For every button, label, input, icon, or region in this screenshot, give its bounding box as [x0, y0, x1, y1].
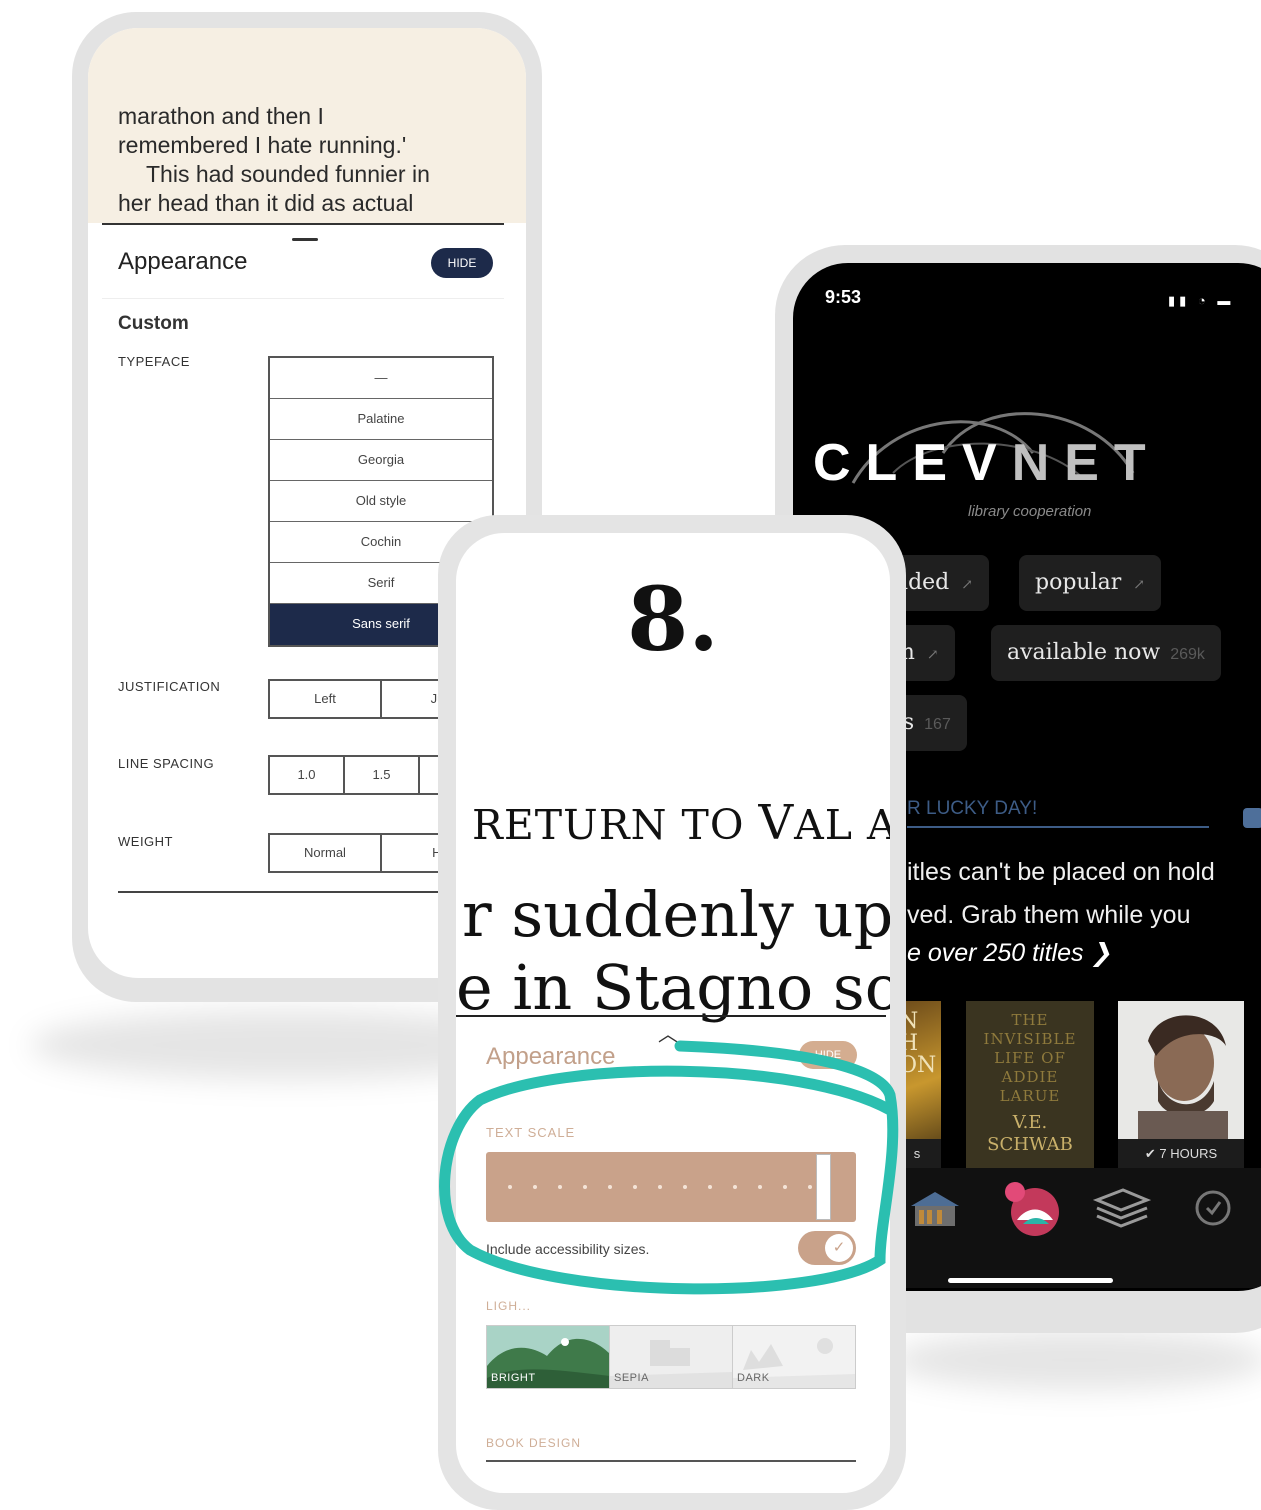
book-text-part: RETURN TO: [472, 801, 759, 849]
drag-handle[interactable]: [292, 238, 318, 241]
clevnet-logo: CLEVNET: [813, 433, 1161, 493]
chip-count: 167: [924, 716, 951, 733]
panel-title: Appearance: [118, 248, 248, 275]
book-design-label: BOOK DESIGN: [486, 1436, 582, 1450]
reader-text: marathon and then I remembered I hate ru…: [88, 28, 526, 223]
slider-tick: [558, 1185, 562, 1189]
chip-count: 269k: [1170, 646, 1205, 663]
reader-line: This had sounded funnier in: [146, 161, 430, 187]
divider: [102, 223, 504, 225]
theme-dark-button[interactable]: DARK: [733, 1326, 855, 1388]
reader-line: her head than it did as actual: [118, 190, 414, 216]
slider-tick: [533, 1185, 537, 1189]
panel-title: Appearance: [486, 1043, 616, 1070]
slider-tick: [808, 1185, 812, 1189]
author-portrait-icon: [1138, 1015, 1228, 1141]
chip-label: popular: [1035, 570, 1122, 595]
text-scale-label: TEXT SCALE: [486, 1125, 576, 1140]
lucky-day-description: itles can't be placed on hold ved. Grab …: [907, 851, 1261, 937]
sort-icon: ↗: [1133, 577, 1145, 593]
chip-popular[interactable]: popular ↗: [1019, 555, 1161, 611]
theme-label: BRIGHT: [491, 1372, 536, 1384]
theme-label: SEPIA: [614, 1372, 649, 1384]
home-tab-icon[interactable]: [1001, 1176, 1065, 1240]
tab-bar: [893, 1168, 1261, 1288]
spacing-option[interactable]: 1.5: [345, 757, 420, 793]
chevron-up-icon[interactable]: ︿: [658, 1018, 678, 1047]
book-text-part: AL A: [794, 801, 890, 849]
lucky-line: ved. Grab them while you: [907, 901, 1191, 929]
divider: [102, 298, 504, 299]
lucky-line: itles can't be placed on hold: [907, 858, 1215, 886]
logo-subtitle: library cooperation: [968, 503, 1092, 520]
hide-button[interactable]: HIDE: [799, 1041, 857, 1069]
chip-available-now[interactable]: available now 269k: [991, 625, 1221, 681]
reader-line: remembered I hate running.': [118, 132, 407, 158]
typeface-option[interactable]: Georgia: [270, 440, 492, 481]
theme-label: DARK: [737, 1372, 770, 1384]
accessibility-toggle[interactable]: ✓: [798, 1231, 856, 1265]
theme-bright-button[interactable]: BRIGHT: [487, 1326, 610, 1388]
slider-tick: [508, 1185, 512, 1189]
slider-tick: [733, 1185, 737, 1189]
slider-tick: [783, 1185, 787, 1189]
theme-picker: BRIGHT SEPIA DARK: [486, 1325, 856, 1389]
slider-tick: [608, 1185, 612, 1189]
logo-text-a: CLEV: [813, 434, 1012, 492]
see-all-link[interactable]: e over 250 titles ❯: [907, 938, 1111, 968]
theme-sepia-button[interactable]: SEPIA: [610, 1326, 733, 1388]
library-tab-icon[interactable]: [907, 1186, 963, 1230]
slider-tick: [583, 1185, 587, 1189]
center-phone-screen: 8. RETURN TO VAL A r suddenly uptu e in …: [456, 533, 890, 1493]
lucky-day-title: R LUCKY DAY!: [907, 798, 1038, 819]
divider: [907, 826, 1209, 828]
status-icons: ▮▮ ◔ ▬: [1168, 293, 1235, 308]
slider-thumb[interactable]: [816, 1154, 831, 1220]
weight-normal-button[interactable]: Normal: [270, 835, 382, 871]
weight-label: WEIGHT: [118, 834, 173, 849]
book-text-line: r suddenly uptu: [462, 878, 890, 951]
typeface-option[interactable]: —: [270, 358, 492, 399]
check-icon: ✓: [825, 1234, 853, 1262]
chip-label: available now: [1007, 640, 1161, 665]
expand-icon[interactable]: [1243, 808, 1261, 828]
book-title: THE INVISIBLE LIFE OF ADDIE LARUE: [983, 1011, 1077, 1105]
center-phone: 8. RETURN TO VAL A r suddenly uptu e in …: [438, 515, 906, 1510]
book-label: ✔ 7 HOURS: [1118, 1139, 1244, 1169]
slider-tick: [683, 1185, 687, 1189]
slider-tick: [633, 1185, 637, 1189]
typeface-option[interactable]: Palatine: [270, 399, 492, 440]
line-spacing-label: LINE SPACING: [118, 756, 215, 771]
typeface-label: TYPEFACE: [118, 354, 190, 369]
book-text-part: V: [758, 795, 795, 851]
slider-tick: [658, 1185, 662, 1189]
shelf-tab-icon[interactable]: [1093, 1186, 1151, 1230]
lighting-label: LIGH...: [486, 1299, 532, 1313]
slider-tick: [708, 1185, 712, 1189]
sort-icon: ↗: [961, 577, 974, 593]
sort-icon: ↗: [926, 647, 939, 663]
slider-tick: [758, 1185, 762, 1189]
spacing-option[interactable]: 1.0: [270, 757, 345, 793]
justify-left-button[interactable]: Left: [270, 681, 382, 717]
book-author: V.E. SCHWAB: [987, 1112, 1073, 1155]
text-scale-slider[interactable]: [486, 1152, 856, 1222]
reader-line: marathon and then I: [118, 103, 324, 129]
book-text-line: RETURN TO VAL A: [472, 795, 890, 851]
divider: [486, 1460, 856, 1462]
logo-text-b: NET: [1011, 434, 1161, 492]
step-number: 8.: [627, 567, 719, 671]
typeface-option[interactable]: Old style: [270, 481, 492, 522]
book-cover-invisible-life[interactable]: THE INVISIBLE LIFE OF ADDIE LARUE V.E. S…: [966, 1001, 1094, 1169]
home-indicator: [948, 1278, 1113, 1283]
right-phone-shadow: [890, 1330, 1261, 1390]
status-time: 9:53: [825, 287, 862, 307]
hide-button[interactable]: HIDE: [431, 248, 493, 278]
book-text-line: e in Stagno soon: [456, 951, 890, 1024]
divider: [456, 1015, 886, 1017]
section-title: Custom: [118, 313, 189, 334]
activity-tab-icon[interactable]: [1193, 1188, 1233, 1228]
justification-label: JUSTIFICATION: [118, 679, 221, 694]
accessibility-label: Include accessibility sizes.: [486, 1241, 650, 1257]
